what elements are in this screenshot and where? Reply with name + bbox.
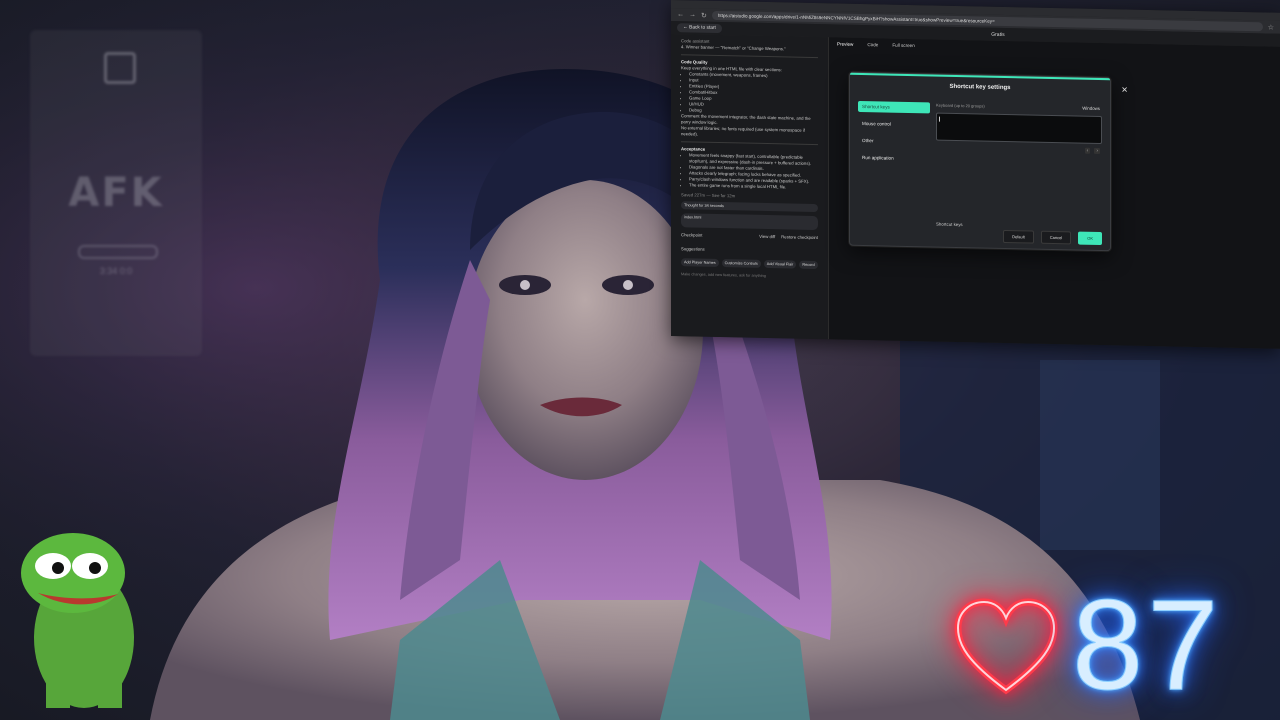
assistant-item: No external libraries; no fonts required… (681, 125, 805, 137)
nav-other[interactable]: Other (858, 135, 930, 148)
browser-window: ← → ↻ https://aistudio.google.com/apps/d… (671, 0, 1280, 349)
suggestions-title: Suggestions (681, 246, 705, 252)
dice-icon (104, 52, 136, 84)
afk-progress-bar (78, 245, 158, 259)
thought-dropdown[interactable]: Thought for 34 seconds (681, 201, 818, 213)
next-icon[interactable]: › (1094, 147, 1100, 154)
forward-arrow-icon[interactable]: → (689, 11, 696, 18)
suggestion-chip[interactable]: Add Visual Flair (763, 259, 797, 269)
key-capture-field[interactable] (936, 112, 1102, 145)
shortcut-keys-label: Shortcut keys (936, 221, 963, 228)
suggestion-chip[interactable]: Record (799, 260, 818, 270)
prompt-input[interactable]: Make changes, add new features, ask for … (681, 271, 818, 280)
tab-fullscreen[interactable]: Full screen (892, 43, 914, 48)
nav-run-application[interactable]: Run application (858, 152, 930, 165)
checkpoint-label: Checkpoint (681, 232, 703, 238)
keyboard-hint: Keyboard (up to 20 groups) (936, 102, 985, 109)
heart-rate-value: 87 (1071, 574, 1223, 717)
suggestion-chip[interactable]: Add Player Names (681, 258, 719, 267)
saved-line: Saved 227m — See for 12m (681, 192, 736, 199)
close-icon[interactable]: ✕ (1121, 85, 1128, 94)
view-diff-link[interactable]: View diff (759, 234, 775, 240)
dialog-main: Keyboard (up to 20 groups) Windows ‹ › S… (936, 102, 1102, 227)
star-icon[interactable]: ☆ (1268, 23, 1274, 31)
dialog-title: Shortcut key settings (949, 83, 1011, 92)
app-title: Gratis (991, 31, 1005, 38)
code-assistant-pane: Code assistant 4. Winner banner — "Remat… (671, 34, 829, 340)
afk-timer: 3:34 0:0 (99, 266, 133, 276)
tab-preview[interactable]: Preview (837, 41, 853, 46)
restore-checkpoint-link[interactable]: Restore checkpoint (781, 234, 818, 241)
cancel-button[interactable]: Cancel (1040, 230, 1072, 245)
afk-label: AFK (68, 170, 164, 216)
nav-mouse-control[interactable]: Mouse control (858, 118, 930, 131)
tab-code[interactable]: Code (867, 42, 878, 47)
shortcut-settings-dialog: Shortcut key settings ✕ Shortcut keys Mo… (849, 71, 1128, 252)
ok-button[interactable]: OK (1078, 231, 1102, 246)
dialog-footer: Default Cancel OK (1003, 229, 1102, 246)
back-arrow-icon[interactable]: ← (677, 11, 684, 18)
dialog-nav: Shortcut keys Mouse control Other Run ap… (858, 100, 930, 171)
default-button[interactable]: Default (1003, 229, 1034, 244)
file-chip[interactable]: index.html (681, 213, 818, 231)
os-select[interactable]: Windows (1082, 106, 1100, 111)
suggestion-chip[interactable]: Customize Controls (721, 259, 761, 268)
back-to-start-button[interactable]: ← Back to start (677, 23, 722, 34)
prev-icon[interactable]: ‹ (1084, 147, 1091, 154)
afk-panel: AFK 3:34 0:0 (30, 30, 202, 356)
reload-icon[interactable]: ↻ (701, 11, 707, 19)
nav-shortcut-keys[interactable]: Shortcut keys (858, 100, 930, 114)
